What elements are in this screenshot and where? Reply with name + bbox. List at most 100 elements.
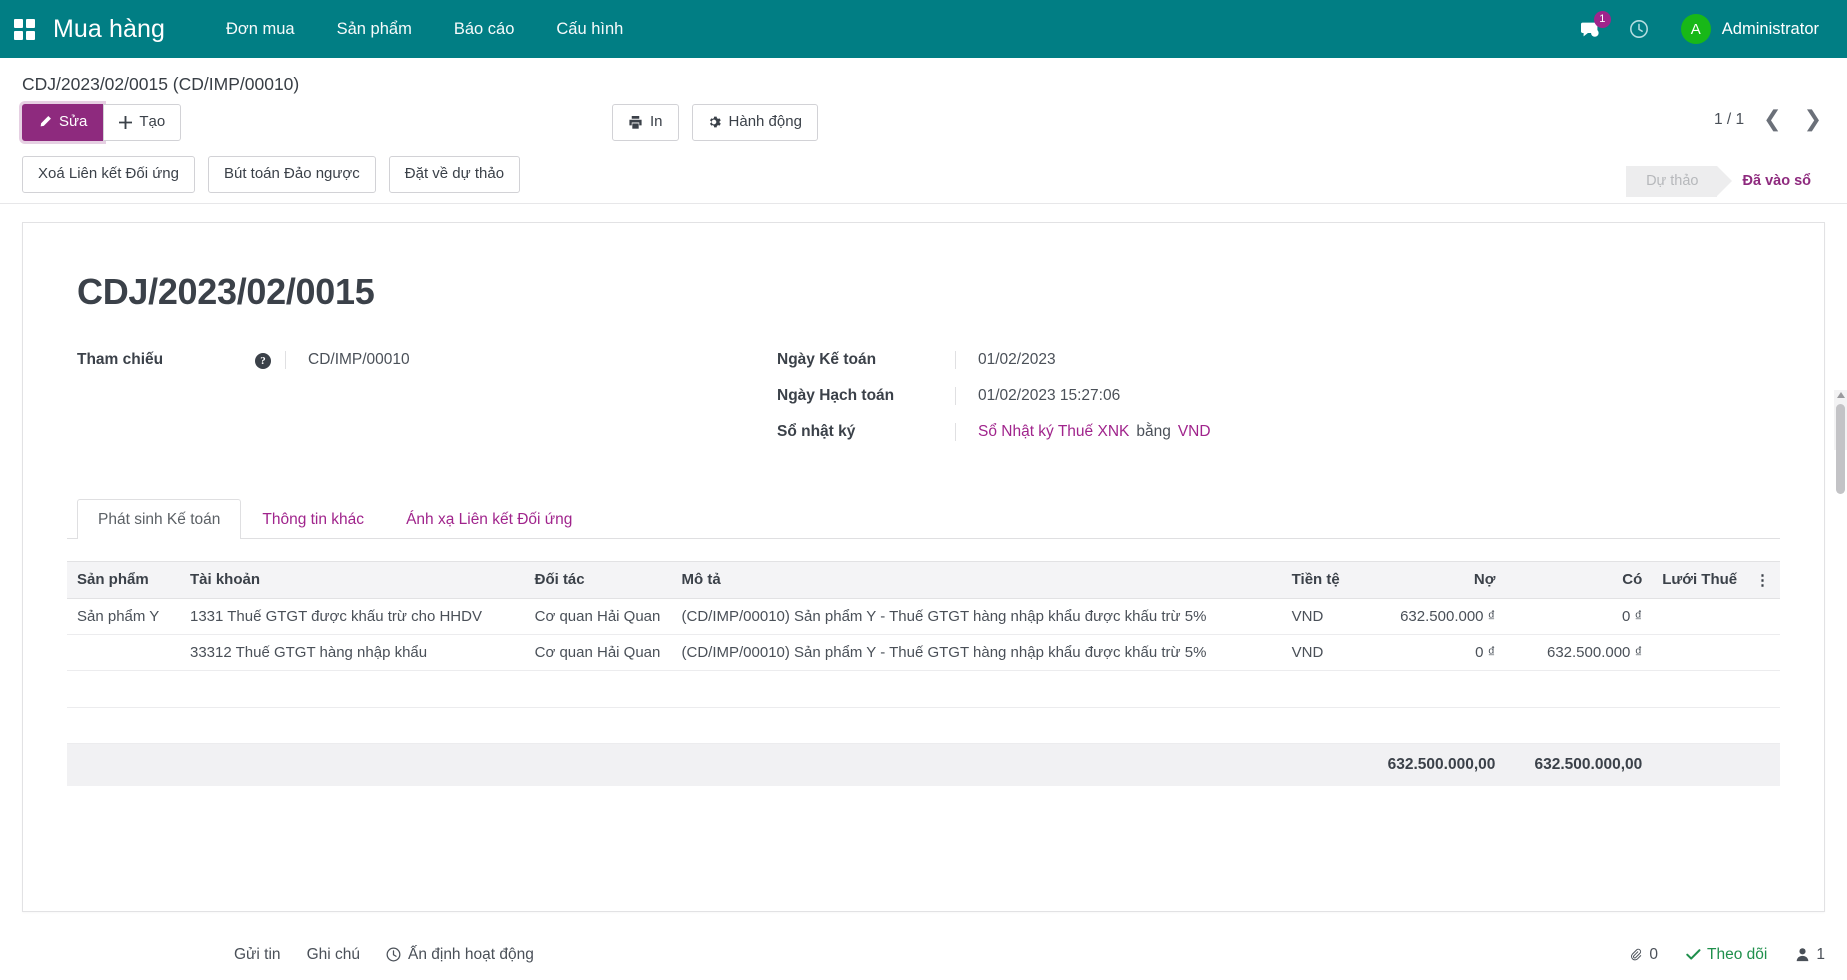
cell-debit[interactable]: 632.500.000 ₫ (1358, 598, 1505, 634)
followers-count[interactable]: 1 (1795, 946, 1825, 964)
cell-credit[interactable]: 632.500.000 ₫ (1505, 634, 1652, 670)
field-journal: Sổ nhật ký Sổ Nhật ký Thuế XNKbằngVND (777, 423, 1467, 441)
table-footer: 632.500.000,00 632.500.000,00 (67, 743, 1780, 786)
journal-link[interactable]: Sổ Nhật ký Thuế XNK (978, 423, 1129, 440)
statusbar-row: Xoá Liên kết Đối ứng Bút toán Đảo ngược … (0, 151, 1847, 204)
top-navbar: Mua hàng Đơn mua Sản phẩm Báo cáo Cấu hì… (0, 0, 1847, 58)
messages-badge: 1 (1594, 11, 1611, 28)
cell-account[interactable]: 1331 Thuế GTGT được khấu trừ cho HHDV (180, 598, 525, 634)
cell-tax-grid[interactable] (1652, 598, 1780, 634)
cell-partner[interactable]: Cơ quan Hải Quan (525, 634, 672, 670)
printer-icon (628, 115, 643, 130)
chatter-meta: 0 Theo dõi 1 (1629, 946, 1825, 964)
reset-to-draft-button[interactable]: Đặt về dự thảo (389, 156, 520, 193)
action-button[interactable]: Hành động (692, 104, 818, 141)
print-button-label: In (650, 113, 663, 132)
notebook-tabs: Phát sinh Kế toán Thông tin khác Ánh xạ … (67, 499, 1780, 539)
control-panel-center-buttons: In Hành động (612, 104, 818, 141)
cell-credit[interactable]: 0 ₫ (1505, 598, 1652, 634)
attachments-count-value: 0 (1649, 946, 1658, 964)
column-header-debit[interactable]: Nợ (1358, 561, 1505, 598)
field-reference-help[interactable]: ? (255, 351, 285, 369)
field-posting-date-value[interactable]: 01/02/2023 15:27:06 (955, 387, 1120, 405)
tab-other-info[interactable]: Thông tin khác (241, 499, 385, 539)
user-name: Administrator (1722, 20, 1819, 39)
pager-next-icon[interactable]: ❯ (1801, 109, 1825, 131)
column-header-partner[interactable]: Đối tác (525, 561, 672, 598)
column-header-tax-grid[interactable]: Lưới Thuế ⋮ (1652, 561, 1780, 598)
status-draft[interactable]: Dự thảo (1626, 166, 1716, 197)
follow-button[interactable]: Theo dõi (1686, 946, 1767, 964)
column-header-currency[interactable]: Tiền tệ (1282, 561, 1359, 598)
form-sheet: CDJ/2023/02/0015 Tham chiếu ? CD/IMP/000… (22, 222, 1825, 912)
pencil-icon (38, 115, 52, 129)
field-journal-label: Sổ nhật ký (777, 423, 955, 441)
apps-grid-icon[interactable] (14, 19, 35, 40)
field-reference-value[interactable]: CD/IMP/00010 (285, 351, 410, 369)
cell-account[interactable]: 33312 Thuế GTGT hàng nhập khẩu (180, 634, 525, 670)
menu-item-don-mua[interactable]: Đơn mua (205, 12, 316, 47)
edit-button[interactable]: Sửa (22, 104, 103, 141)
pager-previous-icon[interactable]: ❮ (1760, 109, 1784, 131)
table-body: Sản phẩm Y 1331 Thuế GTGT được khấu trừ … (67, 598, 1780, 743)
schedule-activity-button[interactable]: Ấn định hoạt động (386, 946, 534, 964)
status-posted[interactable]: Đã vào sổ (1717, 166, 1830, 197)
column-header-account[interactable]: Tài khoản (180, 561, 525, 598)
remove-reconciliation-button[interactable]: Xoá Liên kết Đối ứng (22, 156, 195, 193)
breadcrumb[interactable]: CDJ/2023/02/0015 (CD/IMP/00010) (0, 58, 1847, 95)
navbar-systray: 1 A Administrator (1566, 0, 1825, 58)
workflow-buttons: Xoá Liên kết Đối ứng Bút toán Đảo ngược … (22, 156, 520, 203)
scroll-up-arrow-icon[interactable] (1837, 392, 1845, 398)
cell-partner[interactable]: Cơ quan Hải Quan (525, 598, 672, 634)
paperclip-icon (1629, 948, 1643, 962)
avatar: A (1681, 14, 1711, 44)
control-panel-buttons: Sửa Tạo In Hành động 1 / 1 ❮ ❯ (0, 95, 1847, 151)
column-header-description[interactable]: Mô tả (672, 561, 1282, 598)
scrollbar-thumb[interactable] (1836, 404, 1845, 494)
menu-item-san-pham[interactable]: Sản phẩm (316, 12, 433, 47)
tab-journal-items[interactable]: Phát sinh Kế toán (77, 499, 241, 539)
cell-description[interactable]: (CD/IMP/00010) Sản phẩm Y - Thuế GTGT hà… (672, 634, 1282, 670)
field-reference-label: Tham chiếu (77, 351, 255, 369)
log-note-button[interactable]: Ghi chú (307, 946, 360, 964)
table-row[interactable]: 33312 Thuế GTGT hàng nhập khẩu Cơ quan H… (67, 634, 1780, 670)
tab-reconciliation-mapping[interactable]: Ánh xạ Liên kết Đối ứng (385, 499, 593, 539)
table-empty-row (67, 670, 1780, 707)
vertical-dots-icon[interactable]: ⋮ (1755, 571, 1770, 589)
form-column-right: Ngày Kế toán 01/02/2023 Ngày Hạch toán 0… (777, 351, 1467, 459)
column-header-credit[interactable]: Có (1505, 561, 1652, 598)
cell-product[interactable] (67, 634, 180, 670)
create-button-label: Tạo (139, 113, 165, 132)
create-button[interactable]: Tạo (103, 104, 181, 141)
journal-currency-link[interactable]: VND (1178, 423, 1211, 440)
scrollbar-track[interactable] (1834, 390, 1847, 450)
print-button[interactable]: In (612, 104, 679, 141)
total-debit: 632.500.000,00 (1358, 743, 1505, 786)
table-total-row: 632.500.000,00 632.500.000,00 (67, 743, 1780, 786)
cell-currency[interactable]: VND (1282, 634, 1359, 670)
send-message-button[interactable]: Gửi tin (234, 946, 281, 964)
app-brand-title[interactable]: Mua hàng (53, 15, 165, 44)
reverse-entry-button[interactable]: Bút toán Đảo ngược (208, 156, 376, 193)
chatter-footer: Gửi tin Ghi chú Ấn định hoạt động 0 Theo… (0, 928, 1847, 980)
menu-item-bao-cao[interactable]: Báo cáo (433, 12, 536, 47)
attachments-count[interactable]: 0 (1629, 946, 1658, 964)
menu-item-cau-hinh[interactable]: Cấu hình (535, 12, 644, 47)
column-header-product[interactable]: Sản phẩm (67, 561, 180, 598)
table-row[interactable]: Sản phẩm Y 1331 Thuế GTGT được khấu trừ … (67, 598, 1780, 634)
user-menu[interactable]: A Administrator (1663, 14, 1825, 44)
cell-currency[interactable]: VND (1282, 598, 1359, 634)
total-credit: 632.500.000,00 (1505, 743, 1652, 786)
cell-tax-grid[interactable] (1652, 634, 1780, 670)
page-title: CDJ/2023/02/0015 (77, 271, 1780, 313)
edit-button-label: Sửa (59, 113, 87, 132)
field-accounting-date: Ngày Kế toán 01/02/2023 (777, 351, 1467, 369)
field-accounting-date-value[interactable]: 01/02/2023 (955, 351, 1056, 369)
cell-product[interactable]: Sản phẩm Y (67, 598, 180, 634)
messages-button[interactable]: 1 (1566, 0, 1615, 58)
followers-count-value: 1 (1816, 946, 1825, 964)
cell-debit[interactable]: 0 ₫ (1358, 634, 1505, 670)
cell-description[interactable]: (CD/IMP/00010) Sản phẩm Y - Thuế GTGT hà… (672, 598, 1282, 634)
activities-button[interactable] (1615, 0, 1663, 58)
status-bar: Dự thảo Đã vào sổ (1626, 166, 1829, 197)
